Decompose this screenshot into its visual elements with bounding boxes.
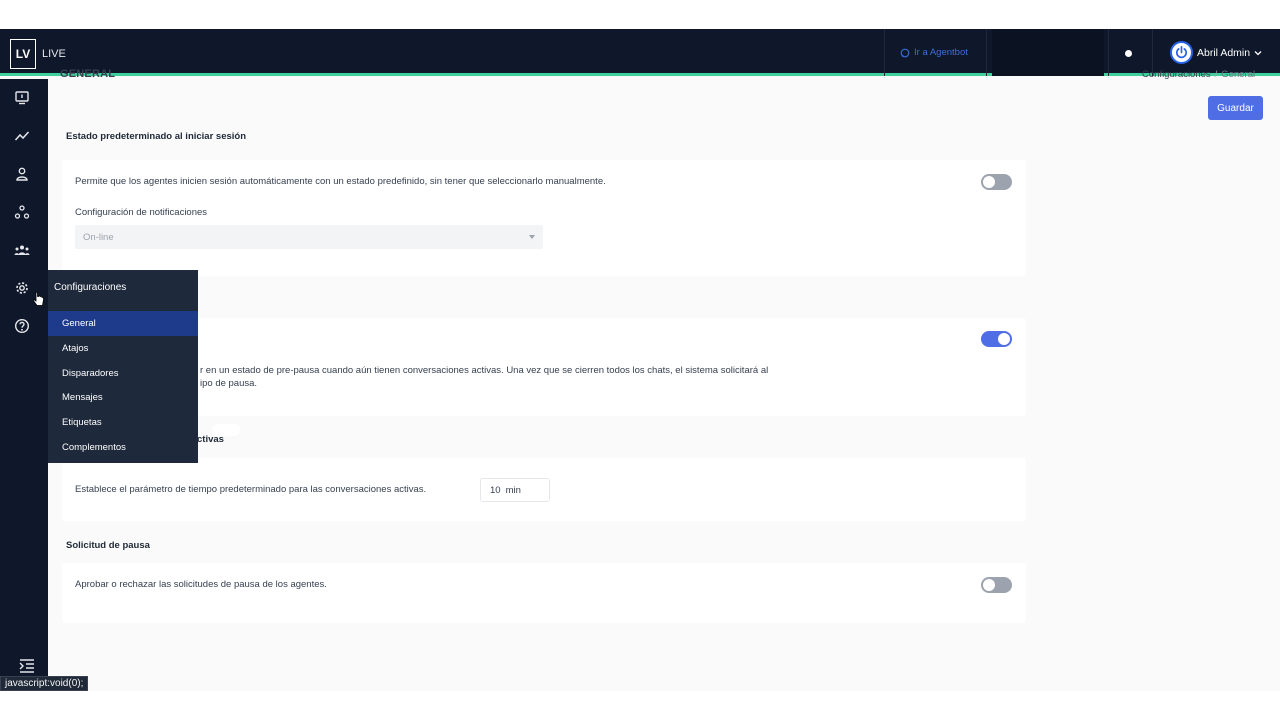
- topbar-divider: [1108, 29, 1109, 76]
- active-conversations-card: Establece el parámetro de tiempo predete…: [62, 458, 1026, 521]
- default-state-description: Permite que los agentes inicien sesión a…: [75, 176, 606, 187]
- caret-down-icon: [529, 235, 535, 239]
- topbar-blank-panel: [992, 29, 1104, 76]
- breadcrumb-current: General: [1221, 69, 1256, 80]
- pause-request-card: Aprobar o rechazar las solicitudes de pa…: [62, 563, 1026, 623]
- pre-pause-card: r en un estado de pre-pausa cuando aún t…: [62, 318, 1026, 416]
- flyout-title: Configuraciones: [54, 282, 127, 293]
- app-name: LIVE: [42, 48, 66, 60]
- team-icon[interactable]: [14, 242, 32, 260]
- pre-pause-description-line2: ipo de pausa.: [200, 378, 258, 389]
- chevron-down-icon: [1254, 50, 1262, 55]
- network-icon[interactable]: [14, 204, 32, 222]
- pause-request-description: Aprobar o rechazar las solicitudes de pa…: [75, 579, 327, 590]
- tooltip-fragment: [212, 424, 240, 436]
- status-select[interactable]: On-line: [75, 225, 543, 249]
- minutes-value: 10: [490, 484, 501, 496]
- monitor-icon[interactable]: [14, 90, 32, 108]
- toggle-knob: [983, 579, 995, 591]
- user-name: Abril Admin: [1197, 46, 1251, 59]
- status-select-value: On-line: [83, 231, 114, 243]
- status-bar-url: javascript:void(0);: [0, 676, 89, 691]
- settings-flyout-menu: Configuraciones General Atajos Disparado…: [48, 270, 198, 463]
- agentbot-label: Ir a Agentbot: [914, 47, 968, 58]
- section-heading: Solicitud de pausa: [66, 540, 150, 551]
- default-state-card: Permite que los agentes inicien sesión a…: [62, 160, 1026, 276]
- topbar-divider: [884, 29, 885, 76]
- flyout-item-mensajes[interactable]: Mensajes: [48, 385, 198, 410]
- breadcrumb-separator: /: [1214, 69, 1218, 80]
- flyout-item-general[interactable]: General: [48, 311, 198, 336]
- pre-pause-toggle[interactable]: [981, 331, 1012, 347]
- toggle-knob: [983, 176, 995, 188]
- save-button[interactable]: Guardar: [1208, 96, 1263, 120]
- trend-icon[interactable]: [14, 128, 32, 146]
- section-heading: Estado predeterminado al iniciar sesión: [66, 131, 247, 142]
- chat-icon: [900, 48, 910, 57]
- breadcrumb-parent[interactable]: Configuraciones: [1142, 69, 1211, 80]
- pause-request-toggle[interactable]: [981, 577, 1012, 593]
- top-bar: LV LIVE Ir a Agentbot Abril Admin: [0, 29, 1280, 76]
- default-state-toggle[interactable]: [981, 174, 1012, 190]
- pre-pause-description-line1: r en un estado de pre-pausa cuando aún t…: [200, 365, 769, 376]
- hand-cursor-icon: [33, 292, 44, 306]
- active-conversations-description: Establece el parámetro de tiempo predete…: [75, 484, 427, 495]
- user-menu[interactable]: Abril Admin: [1170, 41, 1262, 64]
- agentbot-link[interactable]: Ir a Agentbot: [900, 47, 968, 58]
- gear-icon[interactable]: [14, 280, 32, 298]
- minutes-input[interactable]: 10 min: [480, 478, 550, 502]
- breadcrumb: Configuraciones / General: [1142, 69, 1255, 80]
- notifications-label: Configuración de notificaciones: [75, 207, 208, 218]
- topbar-divider: [986, 29, 987, 76]
- status-dot[interactable]: [1125, 50, 1132, 57]
- user-icon[interactable]: [14, 166, 32, 184]
- power-icon: [1170, 41, 1193, 64]
- left-rail: [0, 79, 48, 691]
- flyout-item-etiquetas[interactable]: Etiquetas: [48, 410, 198, 435]
- flyout-item-atajos[interactable]: Atajos: [48, 336, 198, 361]
- list-indent-icon[interactable]: [19, 658, 35, 674]
- flyout-item-complementos[interactable]: Complementos: [48, 435, 198, 460]
- app-logo[interactable]: LV: [10, 39, 36, 69]
- minutes-unit: min: [505, 484, 521, 496]
- page-title: GENERAL: [60, 68, 116, 80]
- flyout-item-disparadores[interactable]: Disparadores: [48, 361, 198, 386]
- app-window: LV LIVE Ir a Agentbot Abril Admin GENERA…: [0, 29, 1280, 691]
- help-icon[interactable]: [14, 318, 32, 336]
- toggle-knob: [998, 333, 1010, 345]
